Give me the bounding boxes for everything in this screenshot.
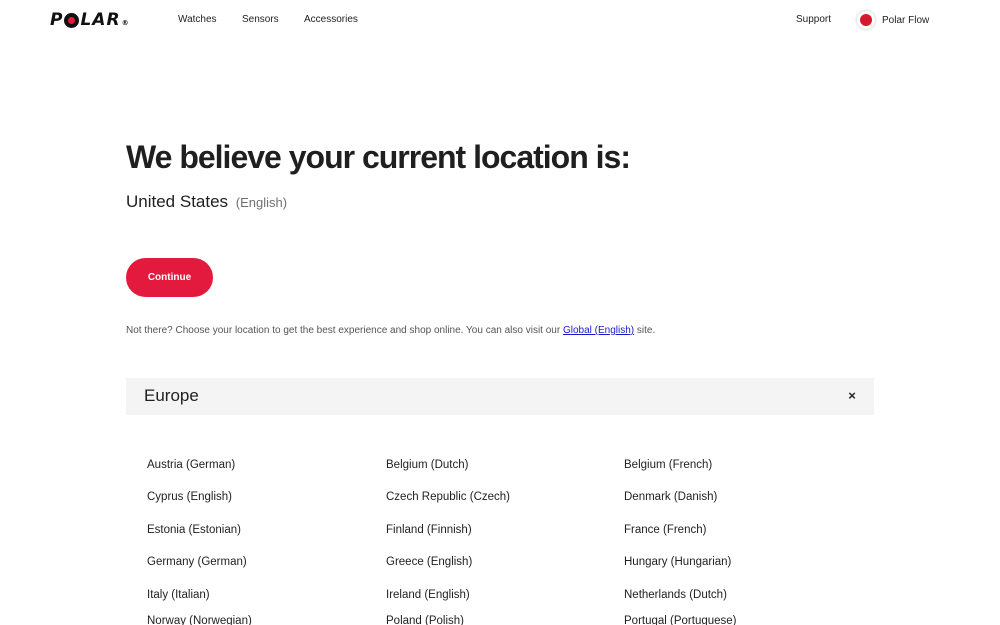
continue-button[interactable]: Continue (126, 258, 213, 297)
country-link[interactable]: Belgium (Dutch) (386, 459, 468, 471)
country-link[interactable]: Germany (German) (147, 556, 247, 568)
country-link[interactable]: Czech Republic (Czech) (386, 491, 510, 503)
logo-letters: LAR (80, 10, 121, 30)
close-icon[interactable]: × (846, 389, 858, 402)
note-text: Not there? Choose your location to get t… (126, 325, 563, 336)
global-english-link[interactable]: Global (English) (563, 325, 634, 336)
detected-location: United States (English) (126, 192, 287, 212)
logo-o-icon (64, 12, 80, 28)
nav-support[interactable]: Support (796, 14, 831, 25)
country-link[interactable]: Norway (Norwegian) (147, 615, 252, 625)
country-link[interactable]: Hungary (Hungarian) (624, 556, 731, 568)
polar-flow-link[interactable]: Polar Flow (857, 9, 929, 31)
logo-letter-p: P (50, 10, 64, 30)
location-country: United States (126, 192, 229, 211)
country-link[interactable]: France (French) (624, 524, 706, 536)
location-language: (English) (235, 195, 288, 210)
country-link[interactable]: Poland (Polish) (386, 615, 464, 625)
note-text-end: site. (634, 325, 656, 336)
country-link[interactable]: Estonia (Estonian) (147, 524, 241, 536)
country-link[interactable]: Cyprus (English) (147, 491, 232, 503)
country-link[interactable]: Netherlands (Dutch) (624, 589, 727, 601)
polar-flow-icon (857, 11, 875, 29)
region-header-europe[interactable]: Europe × (126, 378, 874, 415)
page-title: We believe your current location is: (126, 139, 631, 175)
country-link[interactable]: Ireland (English) (386, 589, 470, 601)
country-link[interactable]: Belgium (French) (624, 459, 712, 471)
country-link[interactable]: Portugal (Portuguese) (624, 615, 737, 625)
site-header: P LAR ® Watches Sensors Accessories Suppor… (0, 0, 1000, 40)
region-title: Europe (144, 386, 199, 405)
country-link[interactable]: Denmark (Danish) (624, 491, 717, 503)
nav-sensors[interactable]: Sensors (242, 14, 279, 25)
country-link[interactable]: Greece (English) (386, 556, 472, 568)
location-note: Not there? Choose your location to get t… (126, 325, 655, 336)
nav-accessories[interactable]: Accessories (304, 14, 358, 25)
country-link[interactable]: Finland (Finnish) (386, 524, 472, 536)
registered-icon: ® (121, 19, 130, 27)
country-link[interactable]: Italy (Italian) (147, 589, 210, 601)
polar-logo[interactable]: P LAR ® (50, 10, 130, 30)
nav-watches[interactable]: Watches (178, 14, 217, 25)
polar-flow-label: Polar Flow (882, 14, 930, 26)
country-link[interactable]: Austria (German) (147, 459, 235, 471)
